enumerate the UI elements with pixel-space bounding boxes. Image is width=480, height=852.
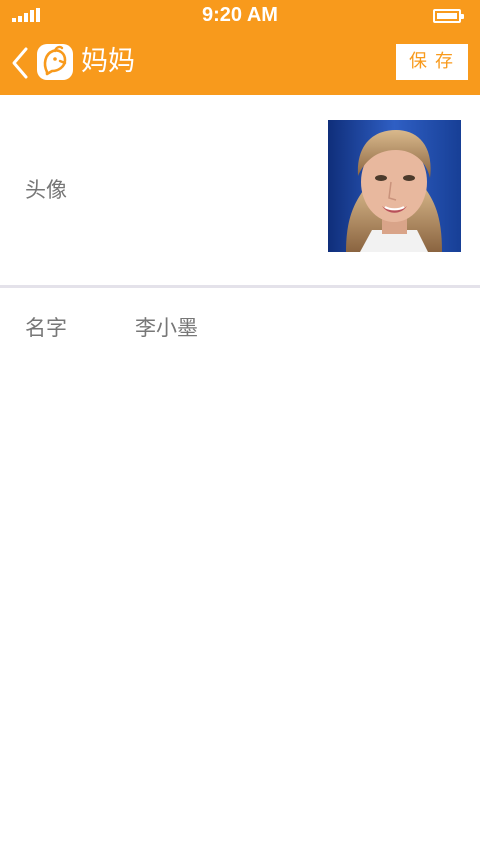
back-chevron-icon[interactable] (10, 46, 30, 80)
navigation-bar: 妈妈 保存 (0, 32, 480, 95)
app-logo-icon (37, 44, 73, 80)
page-title: 妈妈 (81, 46, 135, 77)
name-value[interactable]: 李小墨 (135, 315, 198, 341)
status-time: 9:20 AM (202, 4, 278, 26)
avatar[interactable] (328, 120, 461, 252)
avatar-label: 头像 (25, 178, 67, 202)
status-bar: 9:20 AM (0, 0, 480, 32)
avatar-row[interactable]: 头像 (0, 95, 480, 285)
save-button[interactable]: 保存 (396, 44, 468, 80)
battery-icon (433, 9, 464, 23)
name-row[interactable]: 名字 李小墨 (0, 288, 480, 368)
name-label: 名字 (25, 316, 67, 340)
